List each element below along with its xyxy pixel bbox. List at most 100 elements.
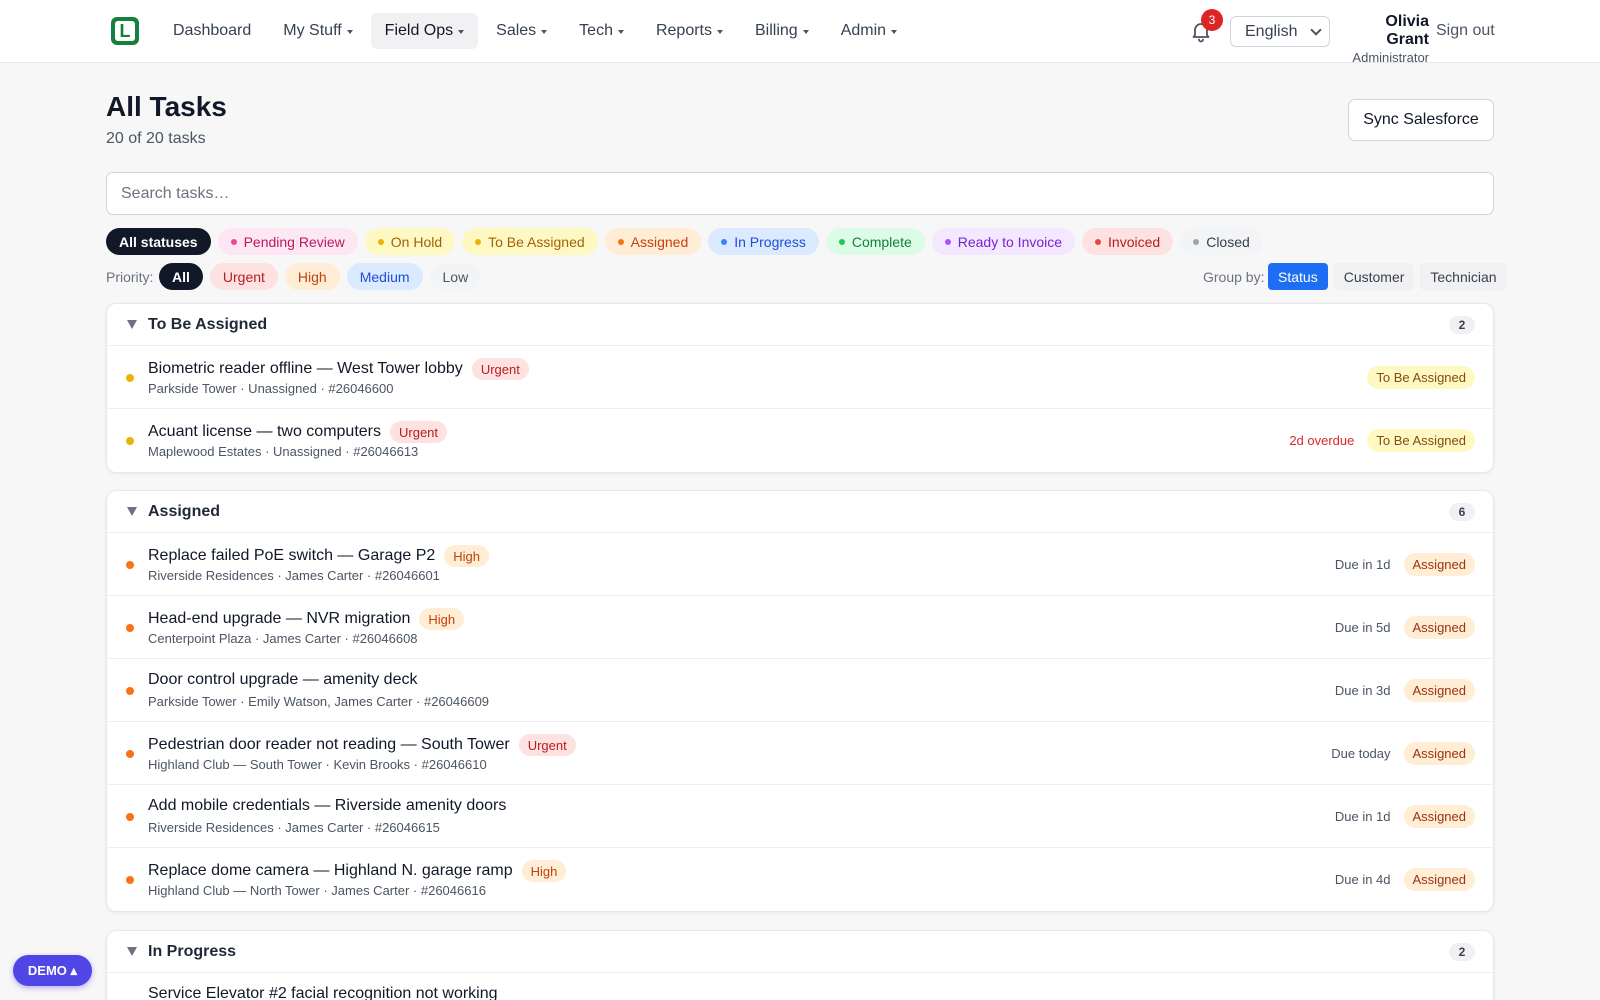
status-badge: Assigned [1403,553,1475,576]
group-header[interactable]: In Progress 2 [107,931,1493,973]
task-row[interactable]: Add mobile credentials — Riverside ameni… [107,785,1493,848]
status-badge: Assigned [1403,679,1475,702]
task-row[interactable]: Replace dome camera — Highland N. garage… [107,848,1493,911]
priority-filter-medium[interactable]: Medium [346,263,423,290]
nav-item-reports[interactable]: Reports [642,13,737,49]
group-count-badge: 6 [1449,503,1475,521]
nav-item-admin[interactable]: Admin [827,13,911,49]
caret-down-icon [891,29,898,34]
task-meta: Highland Club — North Tower · James Cart… [148,883,486,898]
sign-out-link[interactable]: Sign out [1436,22,1495,40]
task-title-line: Biometric reader offline — West Tower lo… [148,358,529,380]
task-title-line: Head-end upgrade — NVR migration High [148,608,465,630]
due-indicator: Due today [1331,746,1391,761]
user-role: Administrator [1352,50,1429,65]
nav-item-label: Reports [655,22,712,39]
task-title: Service Elevator #2 facial recognition n… [148,985,498,1000]
group-by-technician[interactable]: Technician [1420,263,1507,290]
task-title: Head-end upgrade — NVR migration [148,610,411,627]
status-filter-label: Pending Review [243,233,345,250]
task-row-right: To Be Assigned [1367,366,1475,389]
task-row-right: Due in 1d Assigned [1335,553,1475,576]
task-meta: Centerpoint Plaza · James Carter · #2604… [148,631,418,646]
task-count: 20 of 20 tasks [106,130,206,147]
status-filter-invoiced[interactable]: Invoiced [1082,228,1174,255]
nav-item-dashboard[interactable]: Dashboard [159,13,265,49]
status-filter-label: To Be Assigned [488,233,585,250]
task-meta: Maplewood Estates · Unassigned · #260466… [148,444,419,459]
task-title: Replace failed PoE switch — Garage P2 [148,547,436,564]
status-filter-on-hold[interactable]: On Hold [364,228,456,255]
task-row[interactable]: Acuant license — two computers Urgent Mapl… [107,409,1493,472]
status-filter-pending-review[interactable]: Pending Review [217,228,358,255]
task-row[interactable]: Service Elevator #2 facial recognition n… [107,973,1493,1000]
priority-filter-low[interactable]: Low [429,263,482,290]
task-meta: Parkside Tower · Emily Watson, James Car… [148,694,490,709]
status-filter-ready-to-invoice[interactable]: Ready to Invoice [931,228,1076,255]
logo-letter: L [115,21,135,41]
group-count-badge: 2 [1449,943,1475,961]
status-filter-to-be-assigned[interactable]: To Be Assigned [462,228,598,255]
task-row[interactable]: Biometric reader offline — West Tower lo… [107,346,1493,409]
nav-item-label: Field Ops [384,22,454,39]
status-dot-icon [126,687,134,695]
caret-down-icon [346,29,353,34]
language-select[interactable]: English [1230,16,1330,47]
priority-filter-urgent[interactable]: Urgent [209,263,278,290]
status-filter-closed[interactable]: Closed [1180,228,1263,255]
task-title: Replace dome camera — Highland N. garage… [148,862,513,879]
group-header[interactable]: Assigned 6 [107,491,1493,533]
status-filter-in-progress[interactable]: In Progress [708,228,819,255]
sync-salesforce-button[interactable]: Sync Salesforce [1348,99,1494,141]
top-navbar: L Dashboard My Stuff Field Ops Sales Tech Rep… [0,0,1600,65]
group-by-toggle: Status Customer Technician [1268,263,1507,290]
status-filter-all-statuses[interactable]: All statuses [106,228,211,255]
status-filter-assigned[interactable]: Assigned [604,228,702,255]
priority-filter-all[interactable]: All [159,263,203,290]
demo-toggle-button[interactable]: DEMO ▴ [13,955,92,986]
task-title: Biometric reader offline — West Tower lo… [148,360,463,377]
chevron-down-icon [1310,24,1322,36]
status-filter-label: On Hold [390,233,443,250]
nav-item-sales[interactable]: Sales [482,13,561,49]
task-title-line: Replace failed PoE switch — Garage P2 Hig… [148,545,490,567]
status-filter-complete[interactable]: Complete [825,228,925,255]
status-dot-icon [838,238,845,245]
nav-item-tech[interactable]: Tech [565,13,638,49]
user-name: Olivia Grant [1385,13,1429,48]
caret-down-icon [458,29,465,34]
due-indicator: Due in 3d [1334,683,1391,698]
priority-filter-high[interactable]: High [284,263,340,290]
main-nav: Dashboard My Stuff Field Ops Sales Tech Repor… [159,13,911,49]
nav-item-my-stuff[interactable]: My Stuff [269,13,366,49]
status-dot-icon [126,374,134,382]
status-dot-icon [475,238,482,245]
due-indicator: Due in 1d [1334,809,1391,824]
task-row[interactable]: Head-end upgrade — NVR migration High Cent… [107,596,1493,659]
task-meta: Parkside Tower · Unassigned · #26046600 [148,381,394,396]
nav-item-label: Dashboard [173,22,252,39]
group-header[interactable]: To Be Assigned 2 [107,304,1493,346]
nav-item-label: Tech [579,22,613,39]
task-row[interactable]: Door control upgrade — amenity deck Parks… [107,659,1493,722]
status-badge: Assigned [1403,868,1475,891]
task-row[interactable]: Pedestrian door reader not reading — Sou… [107,722,1493,785]
status-dot-icon [377,238,384,245]
app-logo[interactable]: L [111,17,139,45]
task-row-right: Due in 5d Assigned [1335,616,1475,639]
nav-item-field-ops[interactable]: Field Ops [370,13,479,49]
nav-item-billing[interactable]: Billing [741,13,823,49]
task-row-right: Due today Assigned [1331,742,1475,765]
priority-badge: High [521,860,567,882]
status-dot-icon [126,561,134,569]
search-input[interactable] [106,172,1494,215]
priority-badge: High [419,608,465,630]
task-row[interactable]: Replace failed PoE switch — Garage P2 Hig… [107,533,1493,596]
caret-down-icon [541,29,548,34]
task-title-line: Acuant license — two computers Urgent [148,421,448,443]
group-by-customer[interactable]: Customer [1333,263,1415,290]
status-dot-icon [126,813,134,821]
group-by-status[interactable]: Status [1268,263,1328,290]
group-title: To Be Assigned [148,315,268,333]
status-filter-label: Assigned [630,233,689,250]
